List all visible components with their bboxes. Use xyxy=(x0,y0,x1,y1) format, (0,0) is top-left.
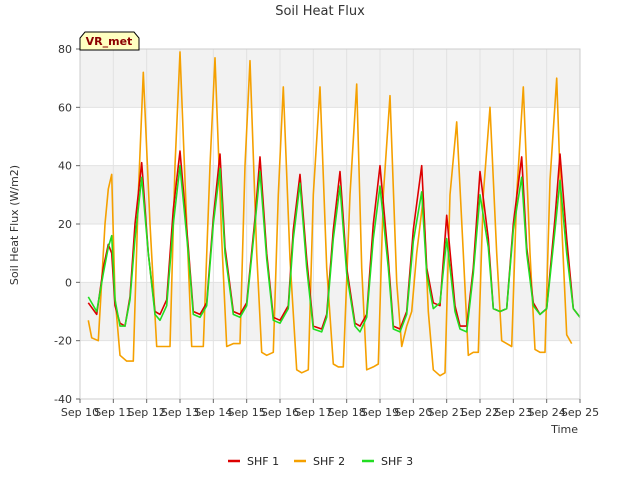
y-tick-label: -40 xyxy=(54,393,72,406)
y-tick-label: 60 xyxy=(58,101,72,114)
legend-item: SHF 3 xyxy=(362,455,413,468)
legend-label: SHF 3 xyxy=(381,455,413,468)
legend-item: SHF 1 xyxy=(228,455,279,468)
legend-label: SHF 1 xyxy=(247,455,279,468)
background-bands xyxy=(80,49,580,341)
background-band xyxy=(80,165,580,224)
x-tick-label: Sep 25 xyxy=(561,406,599,419)
site-tag: VR_met xyxy=(79,31,140,51)
y-tick-label: 20 xyxy=(58,218,72,231)
y-tick-label: 40 xyxy=(58,160,72,173)
background-band xyxy=(80,49,580,108)
x-axis-label: Time xyxy=(550,423,578,436)
legend-label: SHF 2 xyxy=(313,455,345,468)
y-tick-label: 80 xyxy=(58,43,72,56)
chart-title: Soil Heat Flux xyxy=(275,4,365,19)
site-tag-label: VR_met xyxy=(86,35,133,48)
legend: SHF 1 SHF 2 SHF 3 xyxy=(228,455,413,468)
y-axis-label: Soil Heat Flux (W/m2) xyxy=(8,165,21,285)
y-tick-label: 0 xyxy=(65,276,72,289)
soil-heat-flux-chart: Soil Heat Flux -40-20020406080Sep 10Sep … xyxy=(8,4,599,468)
y-tick-label: -20 xyxy=(54,335,72,348)
legend-item: SHF 2 xyxy=(294,455,345,468)
